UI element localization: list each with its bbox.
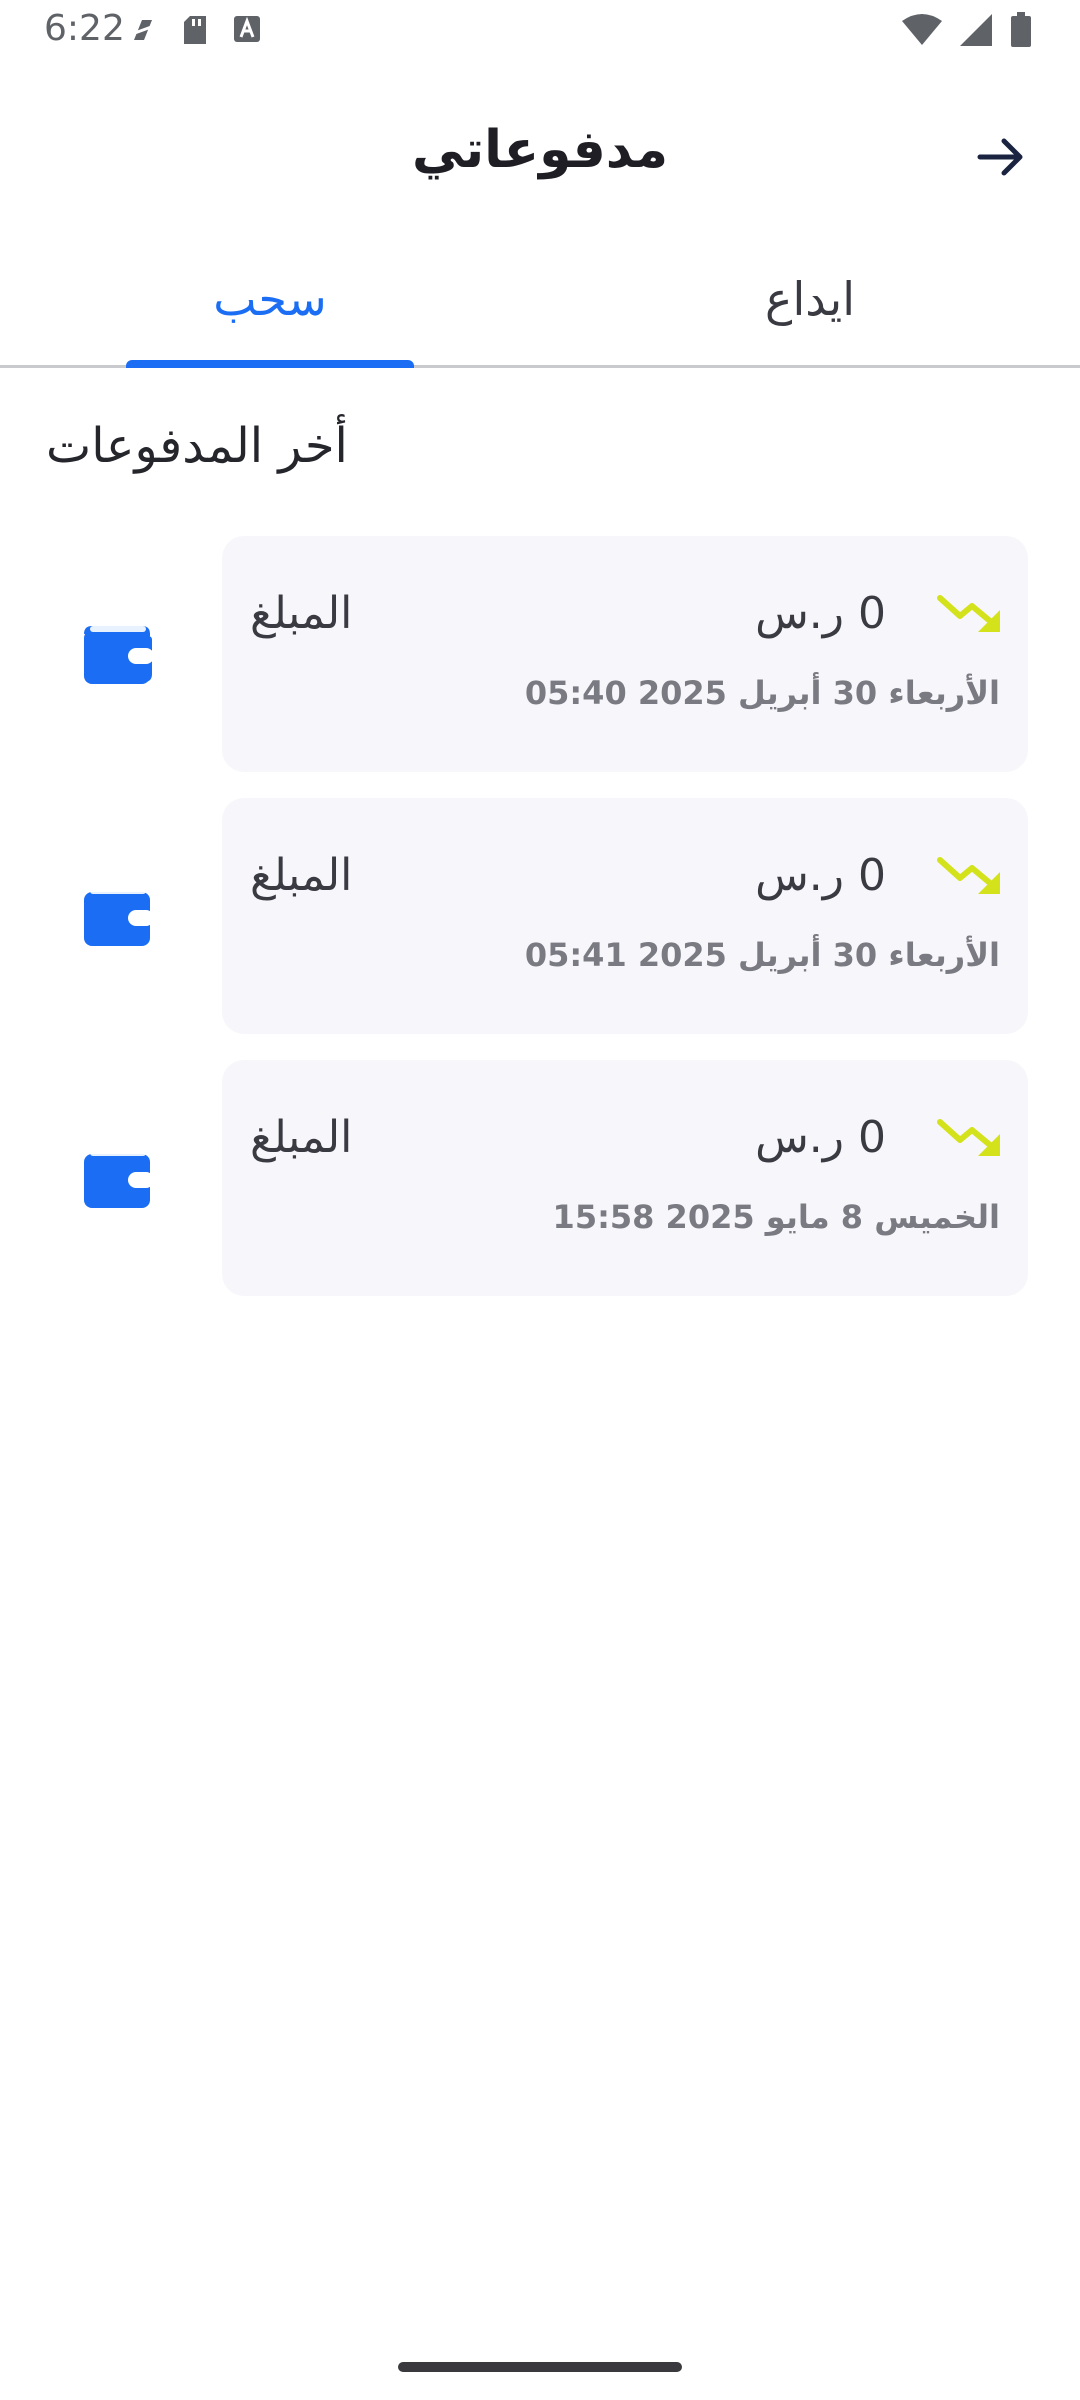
active-tab-indicator [126,360,414,368]
signal-icon [960,14,992,46]
sd-card-icon [184,16,206,44]
tab-bar: سحب ايداع [0,250,1080,368]
status-bar: 6:22 [0,0,1080,62]
trending-down-icon [937,1119,1000,1156]
app-header: مدفوعاتي [0,100,1080,210]
wallet-icon [84,626,154,684]
wallet-icon [84,888,154,946]
amount-value: 0 ر.س [755,1112,886,1163]
payments-screen: 6:22 مدفوعاتي سحب ايداع أخر المدفوعات ال… [0,0,1080,2400]
amount-value: 0 ر.س [755,850,886,901]
amount-label: المبلغ [250,588,353,639]
section-title: أخر المدفوعات [46,418,348,474]
trending-down-icon [937,595,1000,632]
wallet-icon [84,1150,154,1208]
payment-date: الأربعاء 30 أبريل 2025 05:40 [524,674,1000,712]
payment-card[interactable]: المبلغ 0 ر.س الأربعاء 30 أبريل 2025 05:4… [222,798,1028,1034]
page-title: مدفوعاتي [411,120,669,180]
tab-deposit[interactable]: ايداع [666,272,954,326]
payment-card[interactable]: المبلغ 0 ر.س الخميس 8 مايو 2025 15:58 [222,1060,1028,1296]
amount-value: 0 ر.س [755,588,886,639]
payment-date: الخميس 8 مايو 2025 15:58 [552,1198,1000,1236]
wifi-icon [902,14,942,45]
payment-date: الأربعاء 30 أبريل 2025 05:41 [524,936,1000,974]
payment-item[interactable]: المبلغ 0 ر.س الأربعاء 30 أبريل 2025 05:4… [0,798,1080,1034]
status-time: 6:22 [44,8,125,49]
battery-icon [1011,12,1031,47]
amount-label: المبلغ [250,850,353,901]
payment-item[interactable]: المبلغ 0 ر.س الخميس 8 مايو 2025 15:58 [0,1060,1080,1296]
no-sim-icon [131,20,155,40]
arrow-right-icon [977,138,1023,176]
status-icons-left [128,14,262,46]
payment-item[interactable]: المبلغ 0 ر.س الأربعاء 30 أبريل 2025 05:4… [0,536,1080,772]
home-indicator[interactable] [398,2362,682,2372]
tab-withdraw[interactable]: سحب [126,272,414,326]
back-button[interactable] [968,124,1034,190]
text-icon [234,16,260,42]
status-icons-right [902,12,1032,48]
trending-down-icon [937,857,1000,894]
amount-label: المبلغ [250,1112,353,1163]
payment-card[interactable]: المبلغ 0 ر.س الأربعاء 30 أبريل 2025 05:4… [222,536,1028,772]
